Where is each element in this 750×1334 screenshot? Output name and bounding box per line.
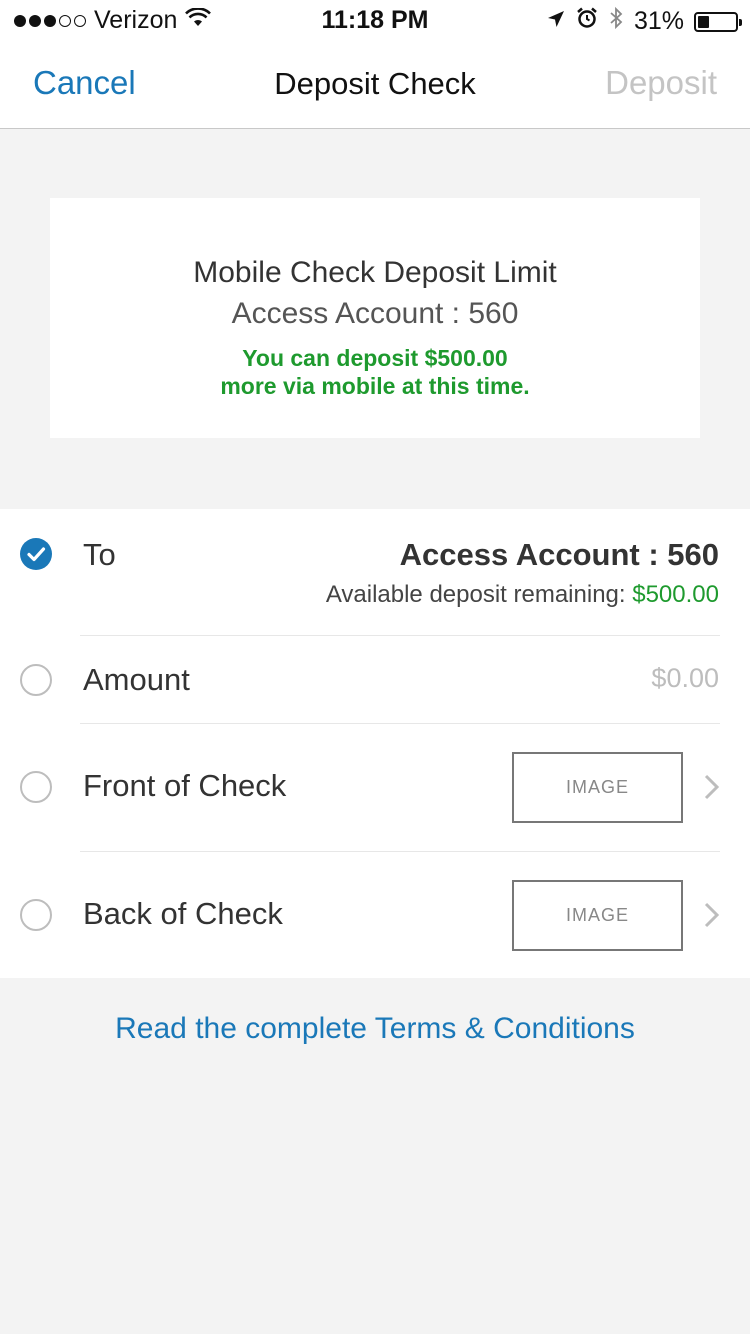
deposit-button[interactable]: Deposit bbox=[605, 64, 717, 102]
back-image-placeholder[interactable]: IMAGE bbox=[512, 880, 683, 951]
front-of-check-label: Front of Check bbox=[83, 768, 287, 803]
limit-card-account: Access Account : 560 bbox=[231, 297, 519, 330]
back-of-check-row[interactable]: Back of Check IMAGE bbox=[0, 852, 750, 978]
to-account-value: Access Account : 560 bbox=[399, 537, 719, 572]
deposit-limit-card: Mobile Check Deposit Limit Access Accoun… bbox=[50, 198, 700, 438]
amount-label: Amount bbox=[83, 662, 190, 697]
nav-bar: Cancel Deposit Check Deposit bbox=[0, 40, 750, 129]
to-label: To bbox=[83, 537, 116, 572]
battery-icon bbox=[694, 11, 742, 32]
to-account-row[interactable]: To Access Account : 560 Available deposi… bbox=[0, 509, 750, 635]
chevron-right-icon bbox=[704, 774, 720, 800]
terms-link[interactable]: Read the complete Terms & Conditions bbox=[0, 1012, 750, 1046]
radio-circle-icon bbox=[20, 771, 52, 803]
amount-input[interactable]: $0.00 bbox=[651, 663, 719, 694]
available-deposit-text: Available deposit remaining: $500.00 bbox=[326, 581, 719, 609]
amount-row[interactable]: Amount $0.00 bbox=[0, 636, 750, 723]
checkmark-circle-icon bbox=[20, 538, 52, 570]
limit-card-message: You can deposit $500.00 more via mobile … bbox=[50, 344, 700, 400]
status-bar: Verizon 11:18 PM 31% bbox=[0, 0, 750, 40]
chevron-right-icon bbox=[704, 902, 720, 928]
radio-circle-icon bbox=[20, 899, 52, 931]
limit-message-line-1: You can deposit $500.00 bbox=[242, 345, 508, 371]
front-image-placeholder[interactable]: IMAGE bbox=[512, 752, 683, 823]
status-right: 31% bbox=[546, 6, 742, 37]
alarm-icon bbox=[576, 7, 598, 36]
available-deposit-amount: $500.00 bbox=[632, 581, 719, 608]
location-arrow-icon bbox=[546, 7, 566, 36]
front-of-check-row[interactable]: Front of Check IMAGE bbox=[0, 724, 750, 851]
limit-card-title: Mobile Check Deposit Limit bbox=[193, 256, 557, 289]
battery-percent: 31% bbox=[633, 7, 684, 35]
radio-circle-icon bbox=[20, 664, 52, 696]
available-deposit-label: Available deposit remaining: bbox=[325, 581, 626, 608]
battery-fill bbox=[698, 15, 709, 28]
deposit-form: To Access Account : 560 Available deposi… bbox=[0, 509, 750, 978]
limit-message-line-2: more via mobile at this time. bbox=[220, 373, 530, 399]
bluetooth-icon bbox=[608, 6, 624, 37]
back-of-check-label: Back of Check bbox=[83, 896, 283, 931]
